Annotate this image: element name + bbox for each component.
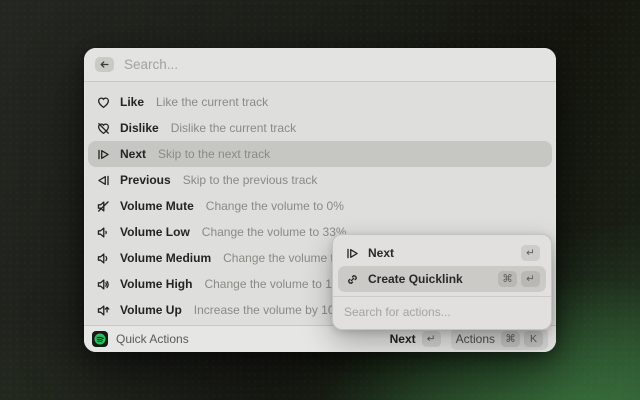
list-item-subtitle: Dislike the current track — [171, 121, 296, 135]
list-item-subtitle: Like the current track — [156, 95, 268, 109]
footer-primary-action[interactable]: Next ↵ — [390, 331, 441, 347]
list-item-title: Volume High — [120, 277, 192, 291]
footer-app-label: Quick Actions — [116, 332, 189, 346]
actions-button-label: Actions — [456, 332, 495, 346]
panel-item-label: Next — [368, 246, 513, 260]
volume-low-icon — [95, 224, 111, 240]
spotify-icon — [92, 331, 108, 347]
link-icon — [344, 271, 360, 287]
key-badge: K — [524, 331, 543, 347]
list-item-title: Next — [120, 147, 146, 161]
actions-button[interactable]: Actions ⌘K — [451, 328, 548, 350]
footer-left: Quick Actions — [92, 331, 189, 347]
return-key-badge: ↵ — [422, 331, 441, 347]
panel-item-shortcut: ⌘↵ — [498, 271, 540, 287]
key-badge: ↵ — [521, 245, 540, 261]
list-item-next[interactable]: Next Skip to the next track — [88, 141, 552, 167]
search-bar — [84, 48, 556, 82]
raycast-window: LikeLike the current trackDislikeDislike… — [84, 48, 556, 352]
actions-search-input[interactable] — [338, 300, 546, 324]
list-item-title: Volume Medium — [120, 251, 211, 265]
panel-item-next[interactable]: Next ↵ — [338, 240, 546, 266]
volume-high-icon — [95, 276, 111, 292]
list-item-title: Volume Mute — [120, 199, 194, 213]
back-button[interactable] — [95, 57, 114, 72]
list-item-title: Volume Low — [120, 225, 190, 239]
list-item-like[interactable]: Like Like the current track — [88, 89, 552, 115]
panel-divider — [333, 296, 551, 297]
volume-medium-icon — [95, 250, 111, 266]
actions-panel-items: Next ↵ Create Quicklink ⌘↵ — [338, 240, 546, 292]
list-item-title: Like — [120, 95, 144, 109]
skip-forward-icon — [95, 146, 111, 162]
desktop-background: LikeLike the current trackDislikeDislike… — [0, 0, 640, 400]
list-item-subtitle: Increase the volume by 10% — [194, 303, 345, 317]
volume-mute-icon — [95, 198, 111, 214]
panel-item-create-quicklink[interactable]: Create Quicklink ⌘↵ — [338, 266, 546, 292]
heart-off-icon — [95, 120, 111, 136]
key-badge: ↵ — [521, 271, 540, 287]
list-item-title: Volume Up — [120, 303, 182, 317]
list-item-title: Previous — [120, 173, 171, 187]
key-badge: ⌘ — [498, 271, 517, 287]
volume-up-icon — [95, 302, 111, 318]
footer-primary-label: Next — [390, 332, 416, 346]
skip-forward-icon — [344, 245, 360, 261]
list-item-subtitle: Skip to the next track — [158, 147, 270, 161]
list-item-subtitle: Skip to the previous track — [183, 173, 318, 187]
list-item-title: Dislike — [120, 121, 159, 135]
list-item-previous[interactable]: Previous Skip to the previous track — [88, 167, 552, 193]
footer-right: Next ↵ Actions ⌘K — [390, 328, 548, 350]
search-input[interactable] — [124, 57, 545, 72]
key-badge: ⌘ — [501, 331, 520, 347]
actions-panel: Next ↵ Create Quicklink ⌘↵ — [332, 234, 552, 330]
arrow-left-icon — [99, 59, 110, 70]
list-item-subtitle: Change the volume to 0% — [206, 199, 344, 213]
panel-item-shortcut: ↵ — [521, 245, 540, 261]
list-item-volume-mute[interactable]: Volume Mute Change the volume to 0% — [88, 193, 552, 219]
heart-icon — [95, 94, 111, 110]
actions-button-keys: ⌘K — [501, 331, 543, 347]
list-item-subtitle: Change the volume to 33% — [202, 225, 347, 239]
list-item-dislike[interactable]: Dislike Dislike the current track — [88, 115, 552, 141]
panel-item-label: Create Quicklink — [368, 272, 490, 286]
skip-back-icon — [95, 172, 111, 188]
